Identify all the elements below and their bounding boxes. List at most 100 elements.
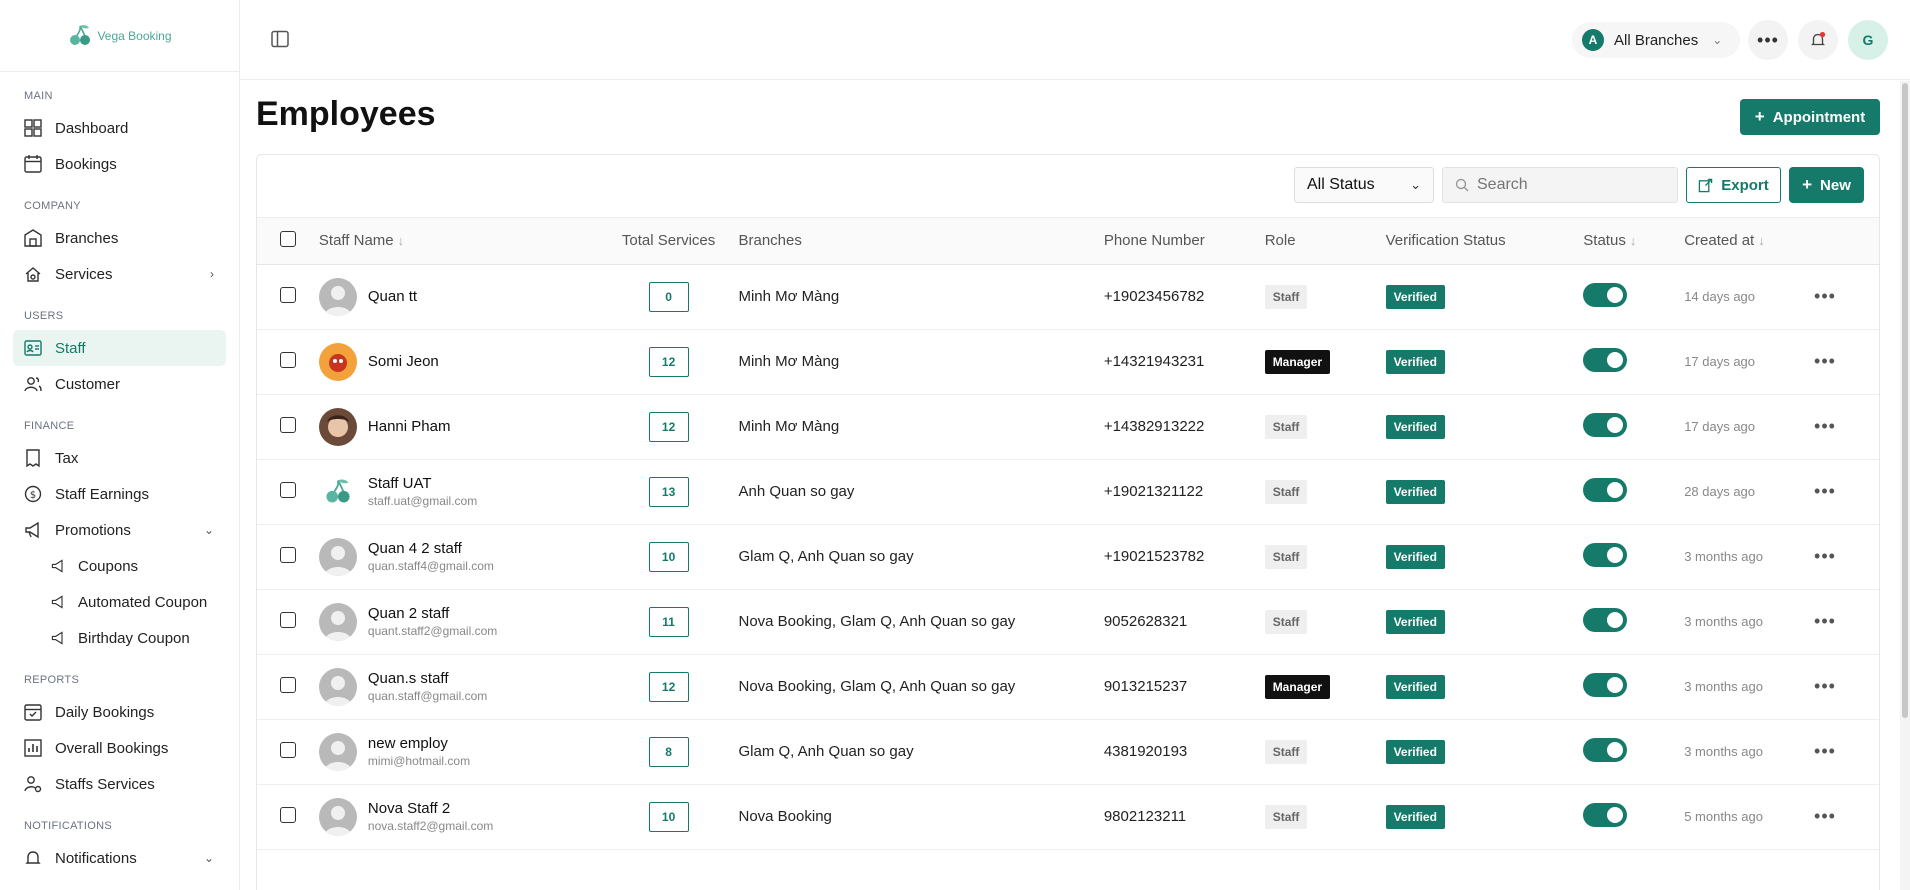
staff-name-cell: Quan tt xyxy=(318,264,599,330)
sidebar-item-dashboard[interactable]: Dashboard xyxy=(13,110,226,146)
person-silhouette-icon xyxy=(323,805,352,836)
row-checkbox[interactable] xyxy=(279,286,296,303)
sidebar-item-automated-coupon[interactable]: Automated Coupon xyxy=(50,584,239,620)
table-row[interactable]: Quan.s staff quan.staff@gmail.com 12 Nov… xyxy=(257,654,1879,720)
scrollbar-thumb[interactable] xyxy=(1902,83,1908,718)
verification-badge: Verified xyxy=(1385,284,1445,309)
table-row[interactable]: Staff UAT staff.uat@gmail.com 13 Anh Qua… xyxy=(257,459,1879,525)
verification-cell: Verified xyxy=(1385,329,1584,395)
more-actions-icon[interactable]: ••• xyxy=(1814,806,1836,826)
sidebar-item-branches[interactable]: Branches xyxy=(13,220,226,256)
status-toggle[interactable] xyxy=(1583,347,1628,372)
sidebar-item-services[interactable]: Services › xyxy=(13,256,226,292)
more-actions-icon[interactable]: ••• xyxy=(1814,286,1836,306)
table-row[interactable]: Quan 4 2 staff quan.staff4@gmail.com 10 … xyxy=(257,524,1879,590)
table-row[interactable]: Quan tt 0 Minh Mơ Màng +19023456782 Staf… xyxy=(257,264,1879,330)
sidebar-item-staff-earnings[interactable]: $ Staff Earnings xyxy=(13,476,226,512)
row-checkbox[interactable] xyxy=(279,806,296,823)
row-checkbox[interactable] xyxy=(279,416,296,433)
actions-cell: ••• xyxy=(1814,394,1879,460)
sidebar-item-tax[interactable]: Tax xyxy=(13,440,226,476)
total-services-cell: 12 xyxy=(598,329,739,395)
sidebar-item-staff[interactable]: Staff xyxy=(13,330,226,366)
status-toggle[interactable] xyxy=(1583,282,1628,307)
staff-name[interactable]: Quan.s staff xyxy=(368,670,487,687)
table-row[interactable]: Somi Jeon 12 Minh Mơ Màng +14321943231 M… xyxy=(257,329,1879,395)
appointment-button[interactable]: + Appointment xyxy=(1740,99,1880,135)
row-checkbox[interactable] xyxy=(279,481,296,498)
status-toggle[interactable] xyxy=(1583,477,1628,502)
more-actions-icon[interactable]: ••• xyxy=(1814,741,1836,761)
row-checkbox[interactable] xyxy=(279,741,296,758)
staff-name[interactable]: Hanni Pham xyxy=(368,418,451,435)
new-button[interactable]: + New xyxy=(1789,167,1864,203)
phone-cell: 9802123211 xyxy=(1103,784,1265,850)
sidebar-item-promotions[interactable]: Promotions ⌄ xyxy=(13,512,226,548)
more-actions-icon[interactable]: ••• xyxy=(1814,481,1836,501)
sidebar-item-label: Coupons xyxy=(78,557,139,575)
staff-name[interactable]: Staff UAT xyxy=(368,475,477,492)
sidebar-item-label: Overall Bookings xyxy=(55,739,169,757)
staff-name[interactable]: Nova Staff 2 xyxy=(368,800,493,817)
more-actions-icon[interactable]: ••• xyxy=(1814,351,1836,371)
sidebar-item-notifications[interactable]: Notifications ⌄ xyxy=(13,840,226,876)
table-row[interactable]: new employ mimi@hotmail.com 8 Glam Q, An… xyxy=(257,719,1879,785)
staff-name[interactable]: new employ xyxy=(368,735,470,752)
more-actions-icon[interactable]: ••• xyxy=(1814,546,1836,566)
status-toggle[interactable] xyxy=(1583,542,1628,567)
status-toggle[interactable] xyxy=(1583,412,1628,437)
sidebar-item-label: Staff xyxy=(55,339,86,357)
user-avatar[interactable]: G xyxy=(1848,20,1888,60)
more-actions-icon[interactable]: ••• xyxy=(1814,676,1836,696)
app-logo[interactable]: Vega Booking xyxy=(0,0,239,72)
select-all-checkbox[interactable] xyxy=(279,230,296,247)
notifications-button[interactable] xyxy=(1798,20,1838,60)
staff-name[interactable]: Quan 4 2 staff xyxy=(368,540,494,557)
row-checkbox[interactable] xyxy=(279,676,296,693)
role-cell: Staff xyxy=(1264,589,1386,655)
actions-cell: ••• xyxy=(1814,719,1879,785)
actions-cell: ••• xyxy=(1814,524,1879,590)
staff-name[interactable]: Quan tt xyxy=(368,288,417,305)
status-toggle[interactable] xyxy=(1583,607,1628,632)
table-toolbar: All Status ⌄ Export + New xyxy=(257,155,1879,218)
column-header-staff-name[interactable]: Staff Name ↓ xyxy=(318,218,599,265)
status-filter-select[interactable]: All Status ⌄ xyxy=(1294,167,1434,203)
page-scrollbar[interactable] xyxy=(1900,81,1910,890)
status-toggle[interactable] xyxy=(1583,802,1628,827)
row-checkbox[interactable] xyxy=(279,611,296,628)
row-checkbox[interactable] xyxy=(279,351,296,368)
column-header-status[interactable]: Status ↓ xyxy=(1583,218,1685,265)
row-checkbox[interactable] xyxy=(279,546,296,563)
more-actions-icon[interactable]: ••• xyxy=(1814,416,1836,436)
search-field[interactable] xyxy=(1442,167,1678,203)
sidebar-item-daily-bookings[interactable]: Daily Bookings xyxy=(13,694,226,730)
sidebar-item-coupons[interactable]: Coupons xyxy=(50,548,239,584)
sidebar-toggle-button[interactable] xyxy=(271,30,289,48)
avatar xyxy=(318,277,357,316)
sidebar-item-staffs-services[interactable]: Staffs Services xyxy=(13,766,226,802)
created-at: 28 days ago xyxy=(1684,484,1756,499)
phone-cell: 9013215237 xyxy=(1103,654,1265,720)
search-input[interactable] xyxy=(1477,176,1657,194)
staff-name[interactable]: Somi Jeon xyxy=(368,353,439,370)
table-row[interactable]: Quan 2 staff quant.staff2@gmail.com 11 N… xyxy=(257,589,1879,655)
sidebar-item-label: Promotions xyxy=(55,521,131,539)
created-at: 3 months ago xyxy=(1684,614,1763,629)
sidebar-item-label: Customer xyxy=(55,375,121,393)
status-toggle[interactable] xyxy=(1583,737,1628,762)
sidebar-item-birthday-coupon[interactable]: Birthday Coupon xyxy=(50,620,239,656)
sidebar-item-overall-bookings[interactable]: Overall Bookings xyxy=(13,730,226,766)
export-button[interactable]: Export xyxy=(1686,167,1781,203)
status-toggle[interactable] xyxy=(1583,672,1628,697)
sidebar-item-bookings[interactable]: Bookings xyxy=(13,146,226,182)
staff-name[interactable]: Quan 2 staff xyxy=(368,605,497,622)
table-row[interactable]: Hanni Pham 12 Minh Mơ Màng +14382913222 … xyxy=(257,394,1879,460)
staff-email: nova.staff2@gmail.com xyxy=(367,819,494,833)
column-header-created[interactable]: Created at ↓ xyxy=(1684,218,1815,265)
table-row[interactable]: Nova Staff 2 nova.staff2@gmail.com 10 No… xyxy=(257,784,1879,850)
more-options-button[interactable]: ••• xyxy=(1748,20,1788,60)
branch-selector[interactable]: A All Branches ⌄ xyxy=(1572,22,1740,58)
more-actions-icon[interactable]: ••• xyxy=(1814,611,1836,631)
sidebar-item-customer[interactable]: Customer xyxy=(13,366,226,402)
